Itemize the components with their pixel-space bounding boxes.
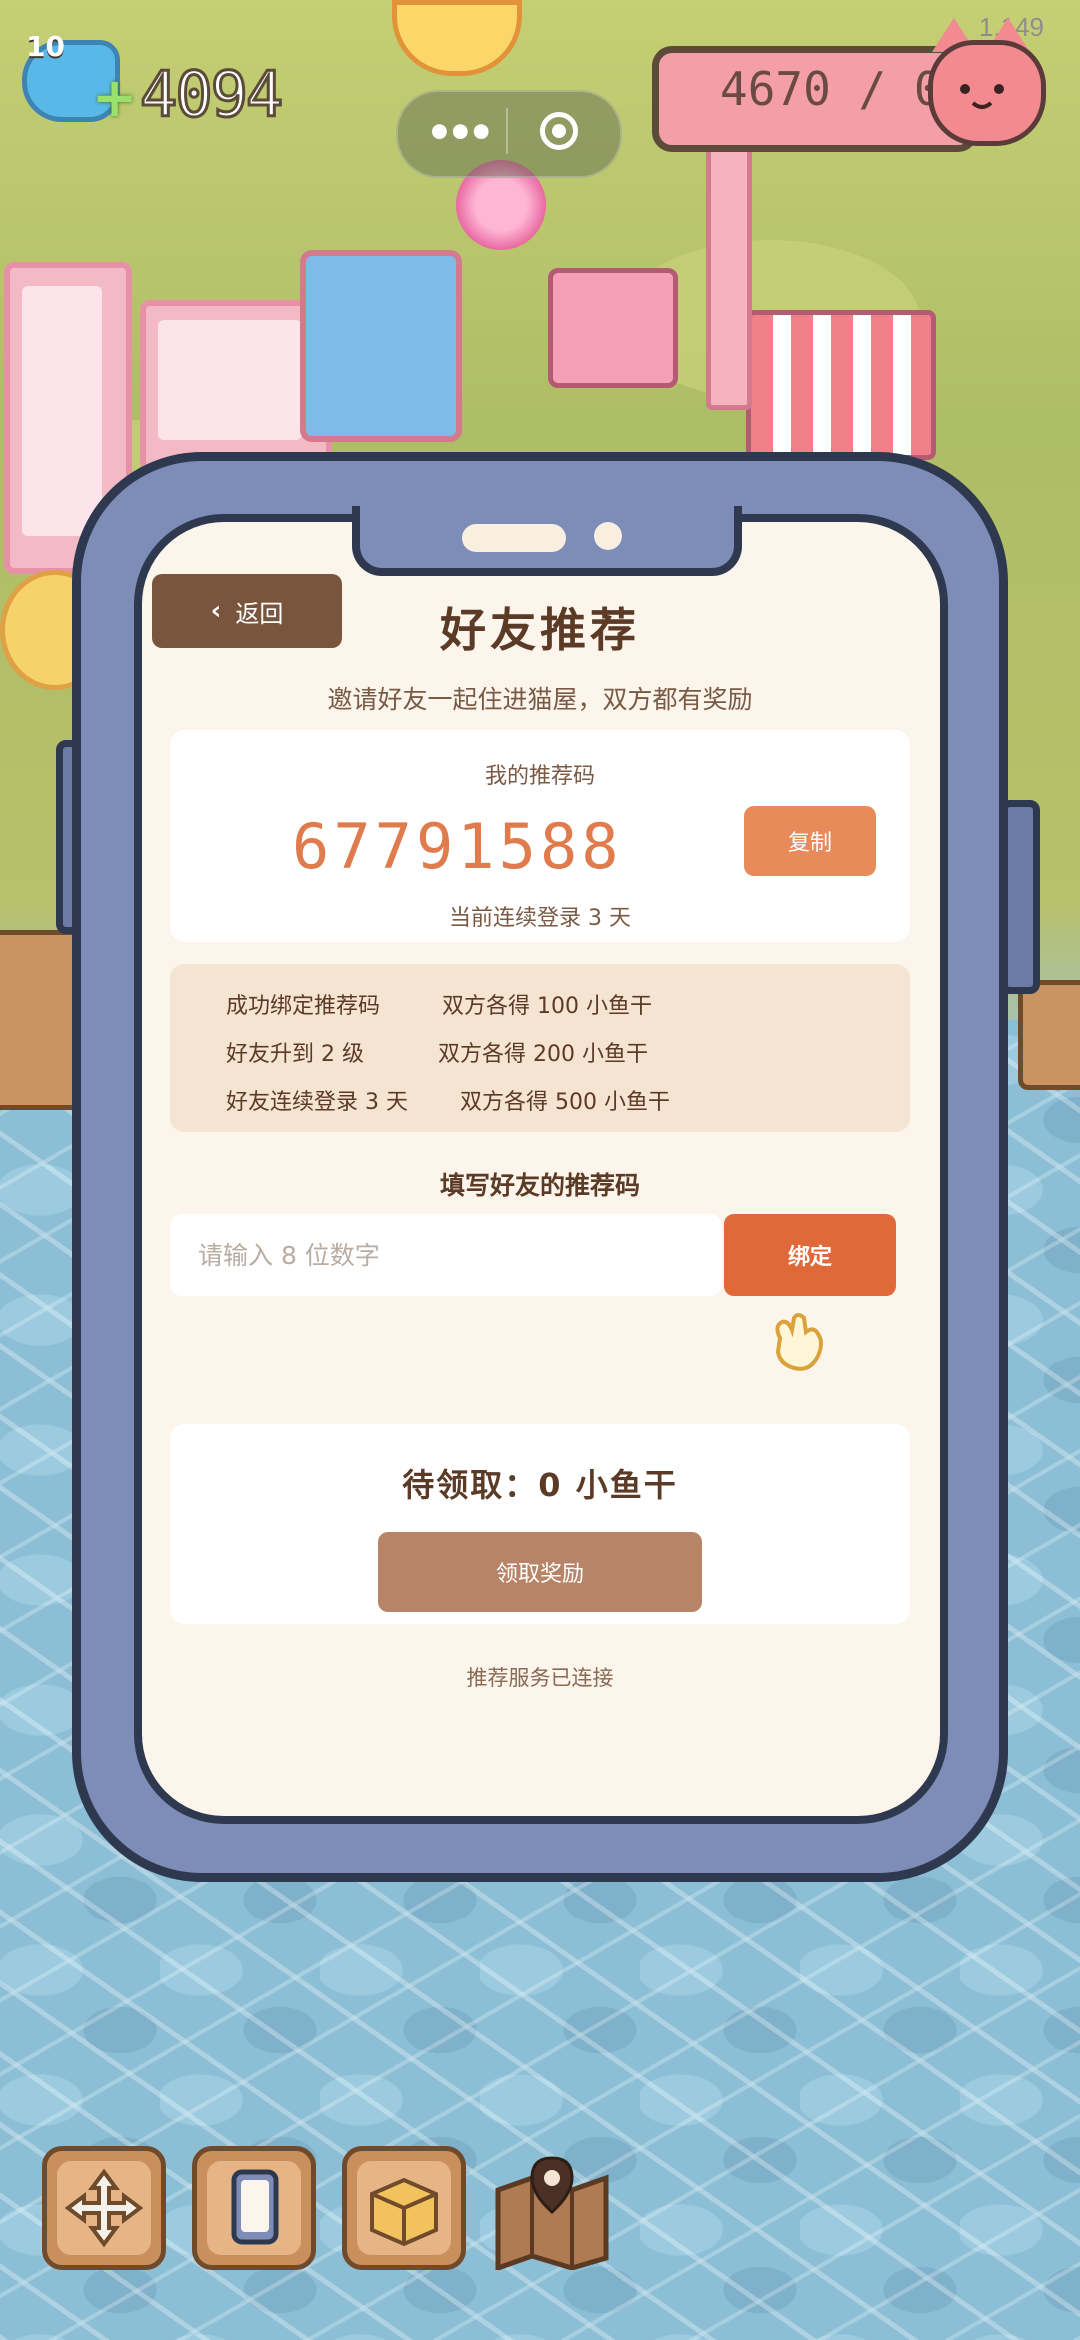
level-number: 10 bbox=[26, 30, 65, 63]
box-icon bbox=[370, 2177, 438, 2247]
map-icon bbox=[495, 2156, 609, 2272]
claim-reward-button[interactable]: 领取奖励 bbox=[378, 1532, 702, 1612]
page-subtitle: 邀请好友一起住进猫屋，双方都有奖励 bbox=[327, 685, 753, 714]
map-button[interactable] bbox=[490, 2150, 614, 2272]
score-text: 4670 / 0 bbox=[720, 62, 942, 116]
blue-cabinet[interactable] bbox=[300, 250, 462, 442]
page-title: 好友推荐 bbox=[440, 603, 640, 657]
wood-bench-right[interactable] bbox=[1018, 980, 1080, 1090]
phone-tool-button[interactable] bbox=[192, 2146, 316, 2270]
my-referral-code: 67791588 bbox=[292, 810, 623, 883]
coin-counter: 4094 bbox=[138, 57, 284, 133]
add-coins-icon[interactable]: + bbox=[92, 66, 137, 129]
login-streak: 当前连续登录 3 天 bbox=[449, 906, 631, 931]
reward-condition: 好友升到 2 级 bbox=[226, 1042, 364, 1067]
reward-amount: 双方各得 500 小鱼干 bbox=[460, 1090, 670, 1115]
cat-avatar-icon[interactable] bbox=[928, 40, 1046, 146]
move-tool-button[interactable] bbox=[42, 2146, 166, 2270]
service-status: 推荐服务已连接 bbox=[466, 1666, 614, 1690]
speaker-icon bbox=[462, 524, 566, 552]
move-arrows-icon bbox=[64, 2168, 144, 2248]
market-stall[interactable] bbox=[746, 310, 936, 460]
reward-condition: 好友连续登录 3 天 bbox=[226, 1090, 408, 1115]
reward-amount: 双方各得 200 小鱼干 bbox=[438, 1042, 648, 1067]
gift-boxes[interactable] bbox=[548, 268, 678, 388]
more-dots-icon[interactable]: ••• bbox=[426, 108, 495, 157]
capsule-divider bbox=[506, 108, 508, 154]
phone-icon bbox=[231, 2169, 279, 2245]
copy-button[interactable]: 复制 bbox=[744, 806, 876, 876]
lemon-slice bbox=[392, 0, 522, 76]
reward-condition: 成功绑定推荐码 bbox=[226, 994, 381, 1019]
friend-code-input[interactable] bbox=[170, 1214, 722, 1296]
bind-button[interactable]: 绑定 bbox=[724, 1214, 896, 1296]
storage-tool-button[interactable] bbox=[342, 2146, 466, 2270]
fill-code-label: 填写好友的推荐码 bbox=[439, 1171, 640, 1200]
reward-amount: 双方各得 100 小鱼干 bbox=[442, 994, 652, 1019]
my-code-label: 我的推荐码 bbox=[484, 764, 595, 789]
sign-post bbox=[706, 140, 752, 410]
camera-icon bbox=[594, 522, 622, 550]
pointing-hand-icon bbox=[775, 1313, 823, 1371]
target-icon[interactable] bbox=[540, 112, 578, 150]
pending-reward: 待领取：0 小鱼干 bbox=[402, 1466, 678, 1504]
